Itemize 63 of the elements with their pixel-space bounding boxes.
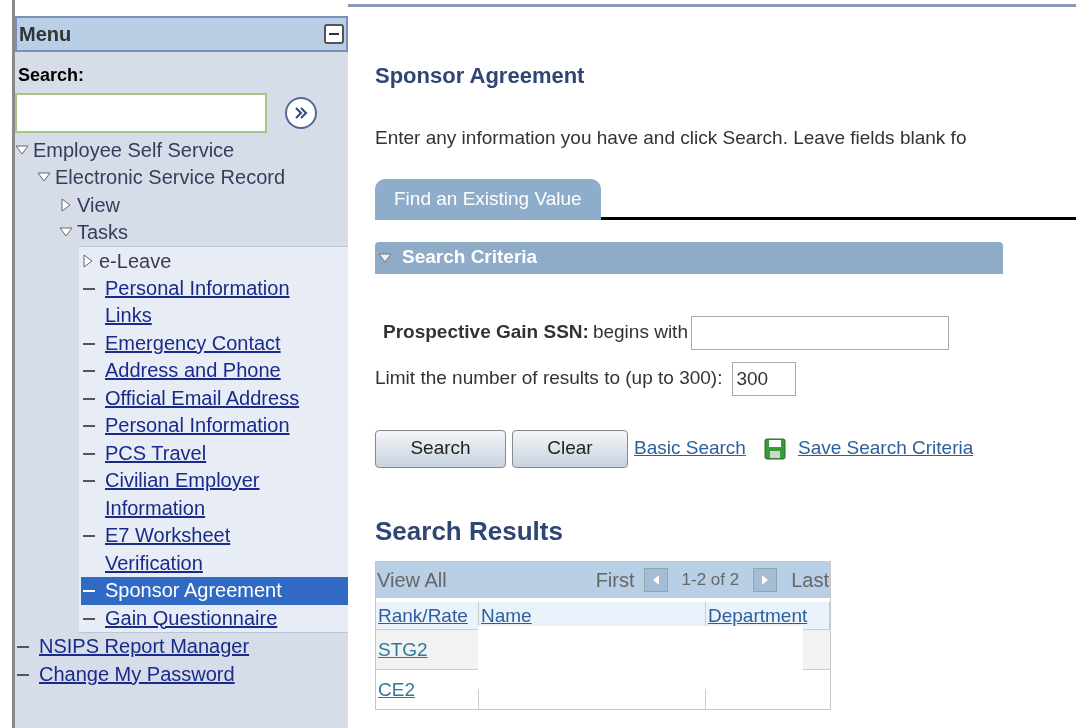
rank-rate-cell[interactable]: STG2 <box>376 628 479 669</box>
menu-link-item[interactable]: E7 Worksheet Verification <box>81 522 348 577</box>
results-title: Search Results <box>375 514 564 548</box>
expanded-triangle-icon <box>378 251 392 264</box>
ssn-field[interactable] <box>690 315 949 350</box>
right-arrow-icon <box>761 574 770 585</box>
menu-link-item[interactable]: Emergency Contact <box>81 329 348 357</box>
dash-icon <box>83 370 95 372</box>
page-title: Sponsor Agreement <box>375 62 586 90</box>
double-chevron-icon <box>294 106 308 120</box>
next-button[interactable] <box>753 567 778 592</box>
menu-link-item[interactable]: Change My Password <box>15 660 348 688</box>
save-search-criteria-link[interactable]: Save Search Criteria <box>797 434 974 463</box>
dash-icon <box>83 425 95 427</box>
dash-icon <box>83 287 95 290</box>
go-button[interactable] <box>285 97 317 129</box>
form-button[interactable]: Search <box>375 429 506 468</box>
limit-field[interactable]: 300 <box>732 361 797 396</box>
menu-link-item[interactable]: Civilian Employer Information <box>81 467 348 522</box>
collapse-button[interactable] <box>324 24 344 44</box>
menu-link-item[interactable]: Gain Questionnaire <box>81 604 348 632</box>
previous-button[interactable] <box>643 567 668 592</box>
menu-folder-item[interactable]: Employee Self Service <box>33 134 235 165</box>
menu-title: Menu <box>19 22 72 47</box>
last-label: Last <box>791 567 829 593</box>
form-button[interactable]: Clear <box>512 429 628 468</box>
menu-folder-item[interactable]: e-Leave <box>99 245 172 276</box>
dash-icon <box>83 617 95 620</box>
menu-link-item[interactable]: Sponsor Agreement <box>81 577 348 605</box>
first-label: First <box>595 567 635 593</box>
dash-icon <box>17 673 29 676</box>
menu-link-item[interactable]: Personal Information Links <box>81 274 348 330</box>
dash-icon <box>83 590 95 592</box>
expanded-triangle-icon[interactable] <box>15 142 29 157</box>
menu-link-item[interactable]: Official Email Address <box>81 384 348 412</box>
view-all-link[interactable]: View All <box>377 564 447 595</box>
search-label: Search: <box>18 64 86 87</box>
basic-search-link[interactable]: Basic Search <box>634 434 746 463</box>
search-criteria-title: Search Criteria <box>402 245 538 270</box>
search-field[interactable] <box>15 93 267 133</box>
dash-icon <box>83 397 95 400</box>
menu-folder-item[interactable]: Tasks <box>77 217 129 248</box>
collapsed-triangle-icon[interactable] <box>59 197 73 212</box>
column-header[interactable]: Rank/Rate <box>376 601 479 629</box>
instructions-text: Enter any information you have and click Search. Leave fields blank fo <box>375 126 968 150</box>
ssn-label: Prospective Gain SSN: <box>383 320 589 345</box>
column-header[interactable]: Name <box>479 601 706 629</box>
operator-label: begins with <box>592 320 688 345</box>
dash-icon <box>83 342 95 345</box>
dash-icon <box>17 646 29 648</box>
rank-rate-cell[interactable]: CE2 <box>376 668 479 709</box>
menu-link-item[interactable]: PCS Travel <box>81 439 348 467</box>
collapsed-triangle-icon[interactable] <box>81 253 95 268</box>
column-header[interactable]: Department <box>706 601 830 629</box>
menu-link-item[interactable]: Address and Phone <box>81 357 348 385</box>
left-arrow-icon <box>651 574 660 585</box>
limit-label: Limit the number of results to (up to 300): <box>375 366 723 391</box>
menu-link-item[interactable]: Personal Information <box>81 412 348 440</box>
menu-link-item[interactable]: NSIPS Report Manager <box>15 633 348 661</box>
dash-icon <box>83 480 95 482</box>
page-range: 1-2 of 2 <box>681 568 740 591</box>
dash-icon <box>83 535 95 537</box>
dash-icon <box>83 452 95 455</box>
